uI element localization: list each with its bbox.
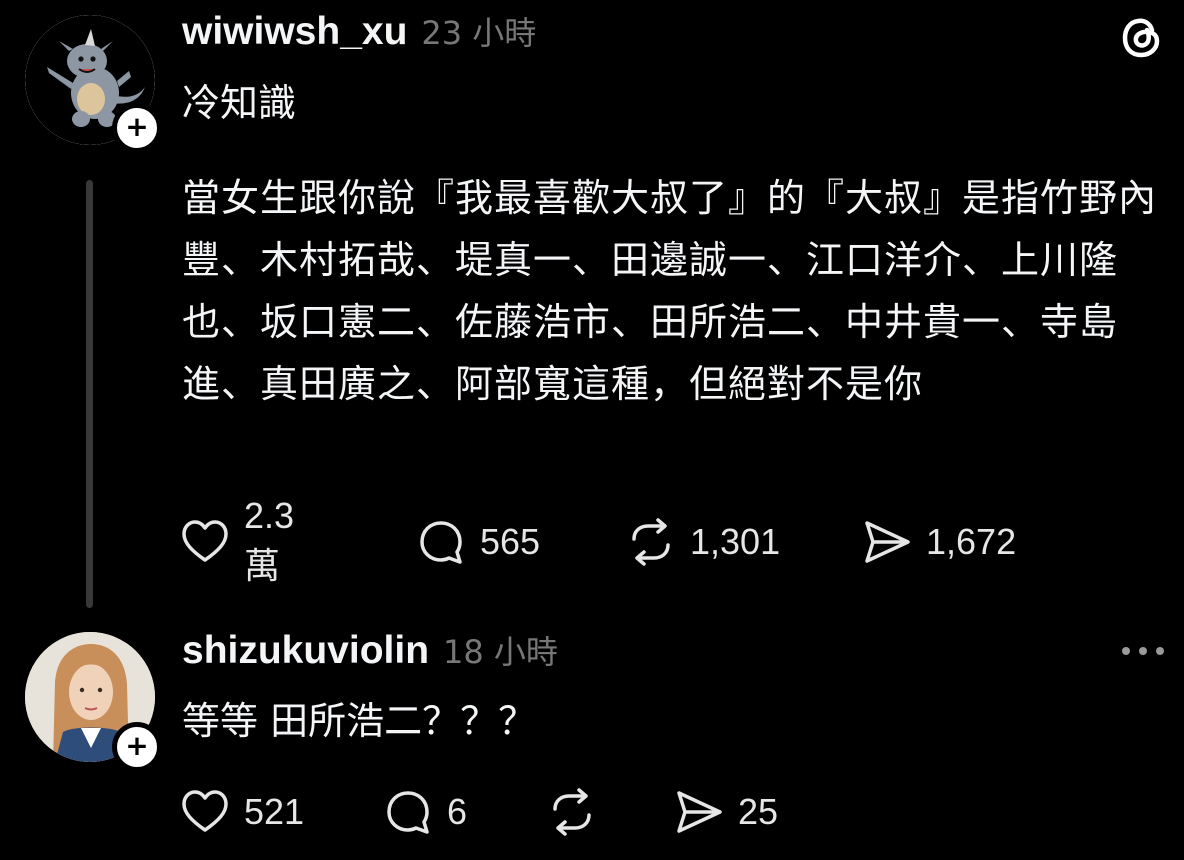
post-body-text: 當女生跟你說『我最喜歡大叔了』的『大叔』是指竹野內豐、木村拓哉、堤真一、田邊誠一… (182, 176, 1158, 406)
comment-button[interactable]: 565 (416, 517, 540, 567)
thread-post: + wiwiwsh_xu 23 小時 冷知識 當女生跟你說『我最喜歡大叔了』的『… (0, 0, 1184, 615)
comment-bubble-icon (387, 791, 429, 834)
follow-button[interactable]: + (112, 103, 162, 153)
repost-icon (553, 788, 591, 836)
thread-connector-line (86, 180, 93, 608)
username[interactable]: shizukuviolin (182, 629, 429, 673)
share-button[interactable]: 1,672 (862, 517, 1016, 567)
comment-bubble-icon (420, 521, 462, 564)
repost-icon (632, 518, 670, 566)
like-count: 521 (244, 791, 305, 832)
comment-count: 6 (447, 791, 468, 832)
post-intro-text: 冷知識 (182, 81, 297, 125)
send-icon (865, 521, 910, 563)
like-button[interactable]: 2.3萬 (180, 495, 294, 586)
share-count: 25 (738, 791, 779, 832)
post-header: shizukuviolin 18 小時 (182, 627, 558, 673)
comment-count: 565 (480, 521, 541, 562)
username[interactable]: wiwiwsh_xu (182, 10, 407, 54)
post-time: 18 小時 (443, 633, 558, 671)
share-button[interactable]: 25 (674, 787, 778, 837)
post-time: 23 小時 (421, 14, 537, 52)
share-count: 1,672 (926, 521, 1017, 562)
like-button[interactable]: 521 (180, 787, 304, 837)
send-icon (677, 791, 722, 833)
more-options-icon[interactable] (1118, 645, 1168, 657)
comment-button[interactable]: 6 (383, 787, 467, 837)
post-body-text: 等等 田所浩二？？？ (182, 699, 537, 743)
follow-button[interactable]: + (112, 722, 162, 772)
repost-button[interactable] (547, 787, 611, 837)
heart-icon (182, 790, 228, 832)
like-count: 2.3萬 (244, 495, 295, 586)
threads-logo-icon[interactable] (1117, 12, 1167, 62)
reply-post: + shizukuviolin 18 小時 等等 田所浩二？？？ 521 6 2… (0, 615, 1184, 860)
post-header: wiwiwsh_xu 23 小時 (182, 8, 536, 54)
repost-button[interactable]: 1,301 (626, 517, 780, 567)
repost-count: 1,301 (690, 521, 781, 562)
heart-icon (182, 520, 228, 562)
